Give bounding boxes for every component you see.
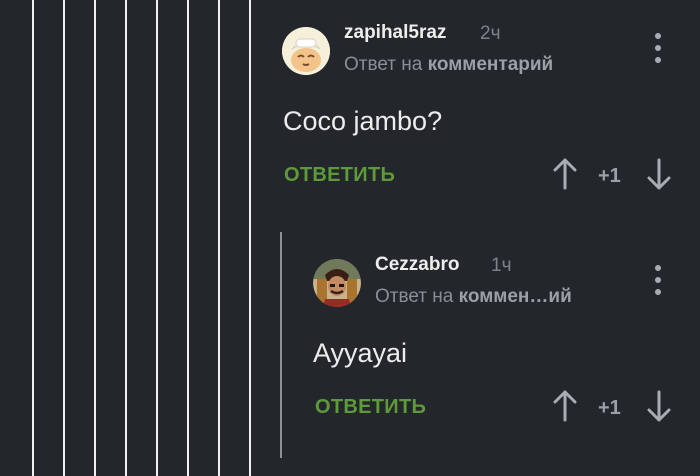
comment-score: +1 xyxy=(598,397,621,419)
downvote-arrow-icon[interactable] xyxy=(646,158,672,190)
user-avatar[interactable] xyxy=(313,259,361,307)
reply-to-target[interactable]: комментарий xyxy=(428,54,554,75)
comment-menu-icon[interactable] xyxy=(652,262,664,298)
thread-line-4 xyxy=(125,0,127,476)
thread-line-9 xyxy=(280,232,282,458)
upvote-arrow-icon[interactable] xyxy=(552,390,578,422)
comment-text: Coco jambo? xyxy=(283,106,443,136)
thread-line-6 xyxy=(187,0,189,476)
cartoon-face-avatar-icon xyxy=(282,27,330,75)
reply-to-prefix: Ответ на xyxy=(375,286,454,307)
comment-time: 2ч xyxy=(480,23,501,44)
comment-time: 1ч xyxy=(491,255,512,276)
thread-line-2 xyxy=(63,0,65,476)
thread-line-1 xyxy=(32,0,34,476)
reply-button[interactable]: ОТВЕТИТЬ xyxy=(315,396,426,419)
comment-author[interactable]: zapihal5raz xyxy=(344,22,446,44)
comment-score: +1 xyxy=(598,165,621,187)
comment-menu-icon[interactable] xyxy=(652,30,664,66)
reply-to-target[interactable]: коммен…ий xyxy=(459,286,572,307)
character-portrait-avatar-icon xyxy=(313,259,361,307)
reply-to-label[interactable]: Ответ на коммен…ий xyxy=(375,286,572,308)
thread-line-5 xyxy=(156,0,158,476)
user-avatar[interactable] xyxy=(282,27,330,75)
comment-author[interactable]: Cezzabro xyxy=(375,254,459,276)
upvote-arrow-icon[interactable] xyxy=(552,158,578,190)
thread-line-3 xyxy=(94,0,96,476)
thread-line-8 xyxy=(249,0,251,476)
reply-to-prefix: Ответ на xyxy=(344,54,423,75)
downvote-arrow-icon[interactable] xyxy=(646,390,672,422)
reply-to-label[interactable]: Ответ на комментарий xyxy=(344,54,553,76)
thread-line-7 xyxy=(218,0,220,476)
reply-button[interactable]: ОТВЕТИТЬ xyxy=(284,164,395,187)
comment-text: Ayyayai xyxy=(313,338,408,368)
